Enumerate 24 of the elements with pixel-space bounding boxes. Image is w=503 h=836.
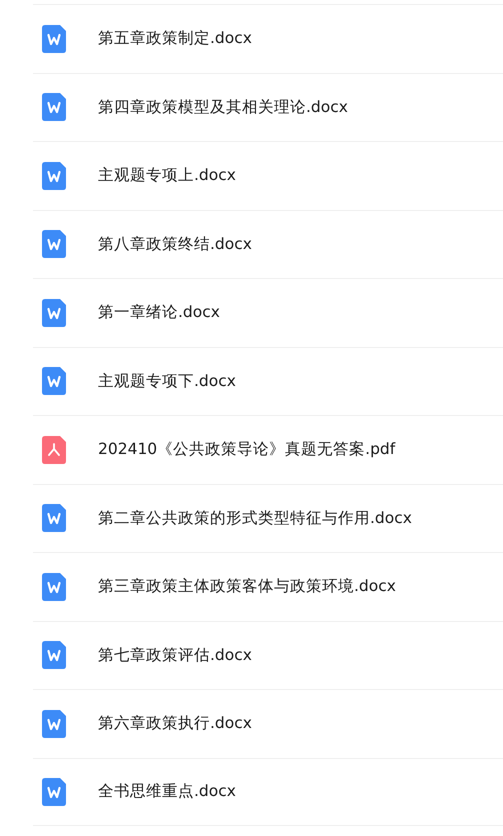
file-name[interactable]: 第三章政策主体政策客体与政策环境.docx <box>98 576 396 598</box>
file-name[interactable]: 202410《公共政策导论》真题无答案.pdf <box>98 439 396 460</box>
file-name[interactable]: 第七章政策评估.docx <box>98 644 252 666</box>
file-name[interactable]: 全书思维重点.docx <box>98 781 236 802</box>
document-file-icon <box>42 298 66 327</box>
file-name[interactable]: 第八章政策终结.docx <box>98 234 252 255</box>
file-name[interactable]: 第一章绪论.docx <box>98 302 220 324</box>
document-file-icon <box>42 230 66 258</box>
document-file-icon <box>42 778 66 806</box>
document-file-icon <box>42 572 66 601</box>
document-file-icon <box>42 504 66 532</box>
file-name[interactable]: 第四章政策模型及其相关理论.docx <box>98 96 348 118</box>
document-file-icon <box>42 367 66 396</box>
file-name[interactable]: 第二章公共政策的形式类型特征与作用.docx <box>98 508 412 529</box>
document-file-icon <box>42 710 66 738</box>
file-name[interactable]: 第五章政策制定.docx <box>98 28 252 50</box>
file-name[interactable]: 第六章政策执行.docx <box>98 713 252 734</box>
pdf-file-icon <box>42 436 66 464</box>
document-file-icon <box>42 162 66 190</box>
document-file-icon <box>42 93 66 122</box>
document-file-icon <box>42 24 66 53</box>
file-name[interactable]: 主观题专项上.docx <box>98 165 236 186</box>
file-name[interactable]: 主观题专项下.docx <box>98 370 236 392</box>
document-file-icon <box>42 641 66 670</box>
